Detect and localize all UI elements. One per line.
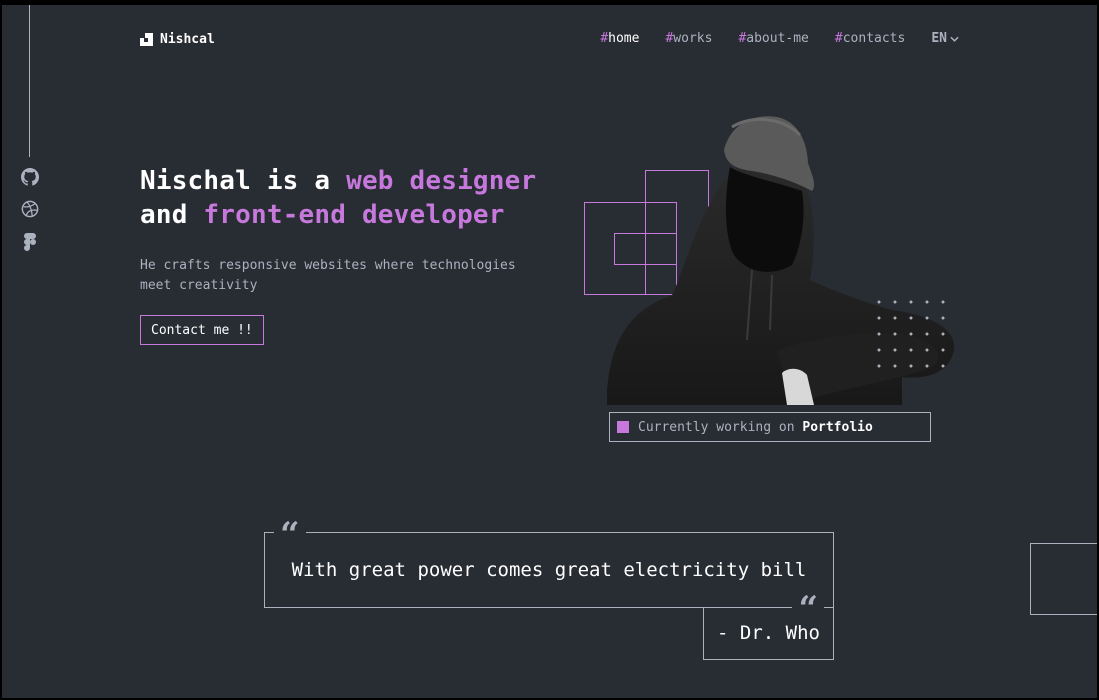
status-text: Currently working on Portfolio (638, 419, 873, 435)
dribbble-icon[interactable] (20, 199, 40, 219)
quote-text: With great power comes great electricity… (291, 559, 807, 581)
main-nav: #home #works #about-me #contacts EN (600, 31, 959, 46)
nav-item-about-me[interactable]: #about-me (738, 31, 808, 46)
contact-me-button[interactable]: Contact me !! (140, 315, 264, 345)
status-project: Portfolio (802, 419, 873, 435)
quote-open-icon: “ (274, 520, 306, 546)
decorative-outline-box (1030, 543, 1097, 615)
quote-author: - Dr. Who (703, 607, 834, 660)
logo-name: Nishcal (160, 32, 215, 47)
headline-text: and (140, 200, 204, 230)
logo[interactable]: Nishcal (140, 32, 215, 47)
headline-accent-role: front-end developer (203, 200, 505, 230)
github-icon[interactable] (20, 167, 40, 187)
headline-text: Nischal is a (140, 166, 347, 196)
language-label: EN (931, 31, 947, 46)
nav-item-contacts[interactable]: #contacts (835, 31, 905, 46)
figma-icon[interactable] (20, 232, 40, 252)
status-indicator (617, 421, 629, 433)
headline-accent-role: web designer (346, 166, 537, 196)
current-work-status: Currently working on Portfolio (609, 412, 931, 442)
logo-icon (140, 33, 153, 46)
hero-headline: Nischal is a web designer and front-end … (140, 164, 536, 232)
hero-subtitle: He crafts responsive websites where tech… (140, 258, 516, 293)
decorative-dot-grid (877, 300, 945, 368)
sidebar-divider-line (29, 5, 30, 157)
nav-item-works[interactable]: #works (665, 31, 712, 46)
page-frame: Nishcal #home #works #about-me #contacts… (2, 5, 1097, 698)
nav-item-home[interactable]: #home (600, 31, 639, 46)
quote-box: With great power comes great electricity… (264, 520, 834, 620)
chevron-down-icon (950, 36, 959, 42)
language-selector[interactable]: EN (931, 31, 959, 46)
